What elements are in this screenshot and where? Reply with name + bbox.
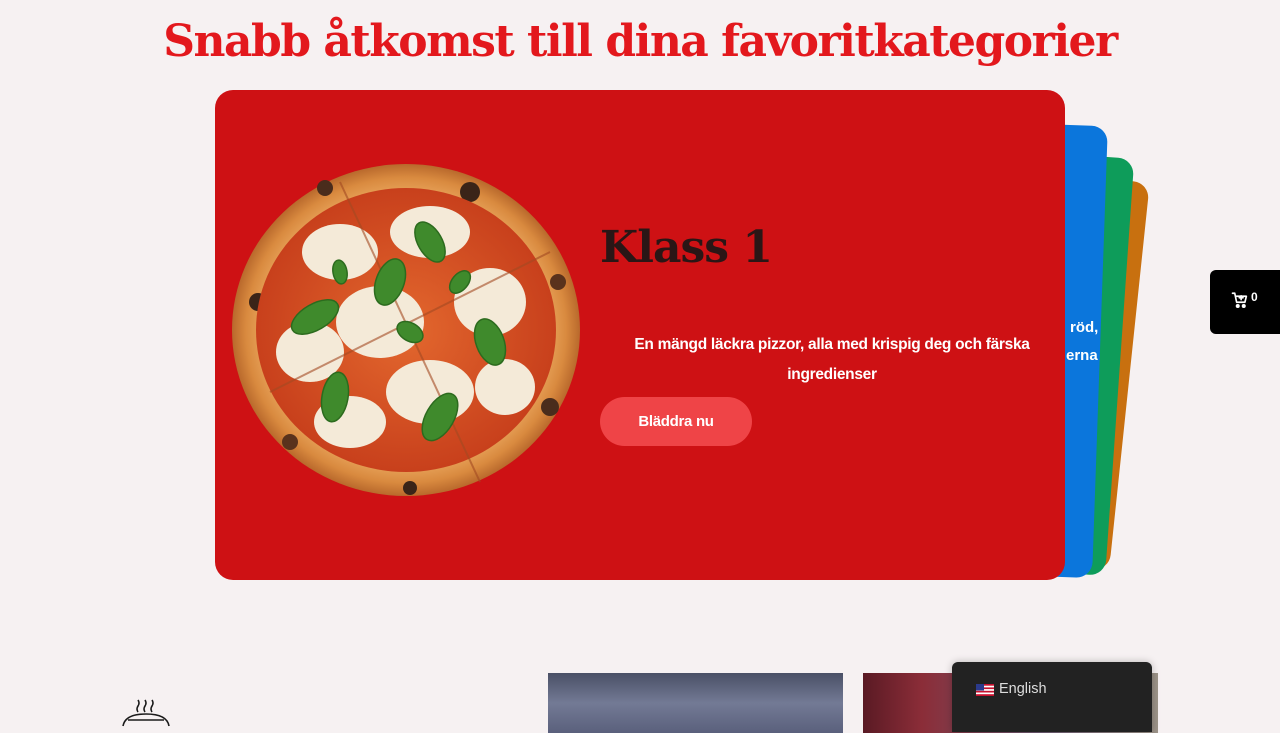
- card-description: En mängd läckra pizzor, alla med krispig…: [634, 335, 1030, 383]
- language-label: English: [999, 681, 1047, 697]
- pizza-image: [232, 164, 580, 496]
- back-card-text-fragment: erna: [1066, 347, 1098, 364]
- language-switcher[interactable]: English: [952, 662, 1152, 732]
- us-flag-icon: [976, 684, 994, 696]
- section-title: Snabb åtkomst till dina favoritkategorie…: [163, 16, 1118, 67]
- cart-icon: [1231, 292, 1248, 309]
- card-title: Klass 1: [600, 222, 773, 273]
- cooking-pot-icon: [122, 699, 170, 727]
- category-thumbnail[interactable]: [548, 673, 843, 733]
- side-cart-button[interactable]: 0: [1210, 270, 1280, 334]
- cart-count-badge: 0: [1251, 290, 1258, 304]
- carousel-active-card: Klass 1 En mängd läckra pizzor, alla med…: [215, 90, 1065, 580]
- back-card-text-fragment: röd,: [1070, 319, 1099, 336]
- browse-now-button[interactable]: Bläddra nu: [600, 397, 752, 446]
